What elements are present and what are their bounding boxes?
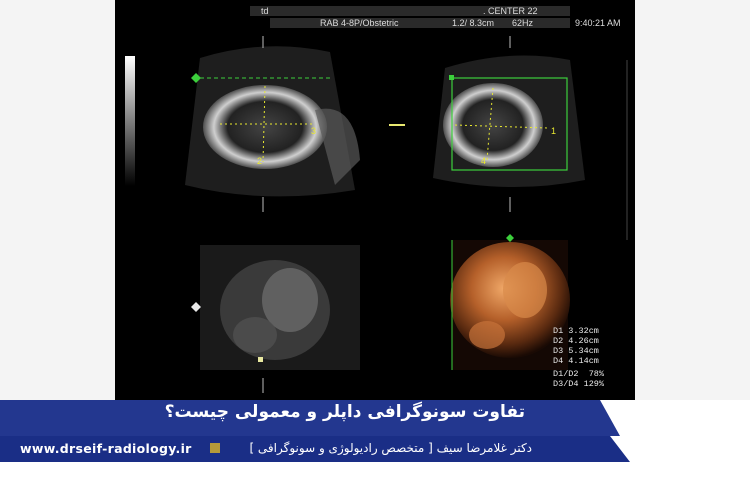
grayscale-bar	[125, 56, 135, 186]
measurement-d1: D1 3.32cm	[553, 326, 599, 336]
website-link[interactable]: www.drseif-radiology.ir	[20, 441, 192, 456]
ultrasound-screen: td . CENTER 22 RAB 4-8P/Obstetric 1.2/ 8…	[115, 0, 635, 400]
roi-corner-top-right	[449, 75, 454, 80]
measurement-d4: D4 4.14cm	[553, 356, 599, 366]
right-margin	[635, 0, 750, 400]
fetal-3d-hand	[469, 321, 505, 349]
measurement-ratio-1: D1/D2 78%	[553, 369, 605, 379]
fetal-head-top-right	[443, 83, 543, 167]
marker-bottom-left-2	[258, 357, 263, 362]
measurement-ratio-2: D3/D4 129%	[553, 379, 605, 389]
marker-4-label: 4	[481, 156, 487, 166]
bottom-margin	[0, 462, 750, 500]
doctor-name: دکتر غلامرضا سیف [ متخصص رادیولوژی و سون…	[249, 441, 532, 455]
measurement-panel: D1 3.32cm D2 4.26cm D3 5.34cm D4 4.14cm …	[553, 326, 604, 389]
fetal-3d-face	[503, 262, 547, 318]
fetal-hand-bottom-left	[233, 317, 277, 353]
left-margin	[0, 0, 115, 400]
measurement-d2: D2 4.26cm	[553, 336, 599, 346]
marker-1-label: 1	[551, 126, 557, 136]
marker-bottom-left	[191, 302, 201, 312]
marker-3-label: 3	[311, 126, 317, 136]
measurement-d3: D3 5.34cm	[553, 346, 599, 356]
article-title: تفاوت سونوگرافی داپلر و معمولی چیست؟	[164, 402, 525, 422]
marker-2-label: 2	[257, 156, 263, 166]
footer-square-icon	[210, 443, 220, 453]
